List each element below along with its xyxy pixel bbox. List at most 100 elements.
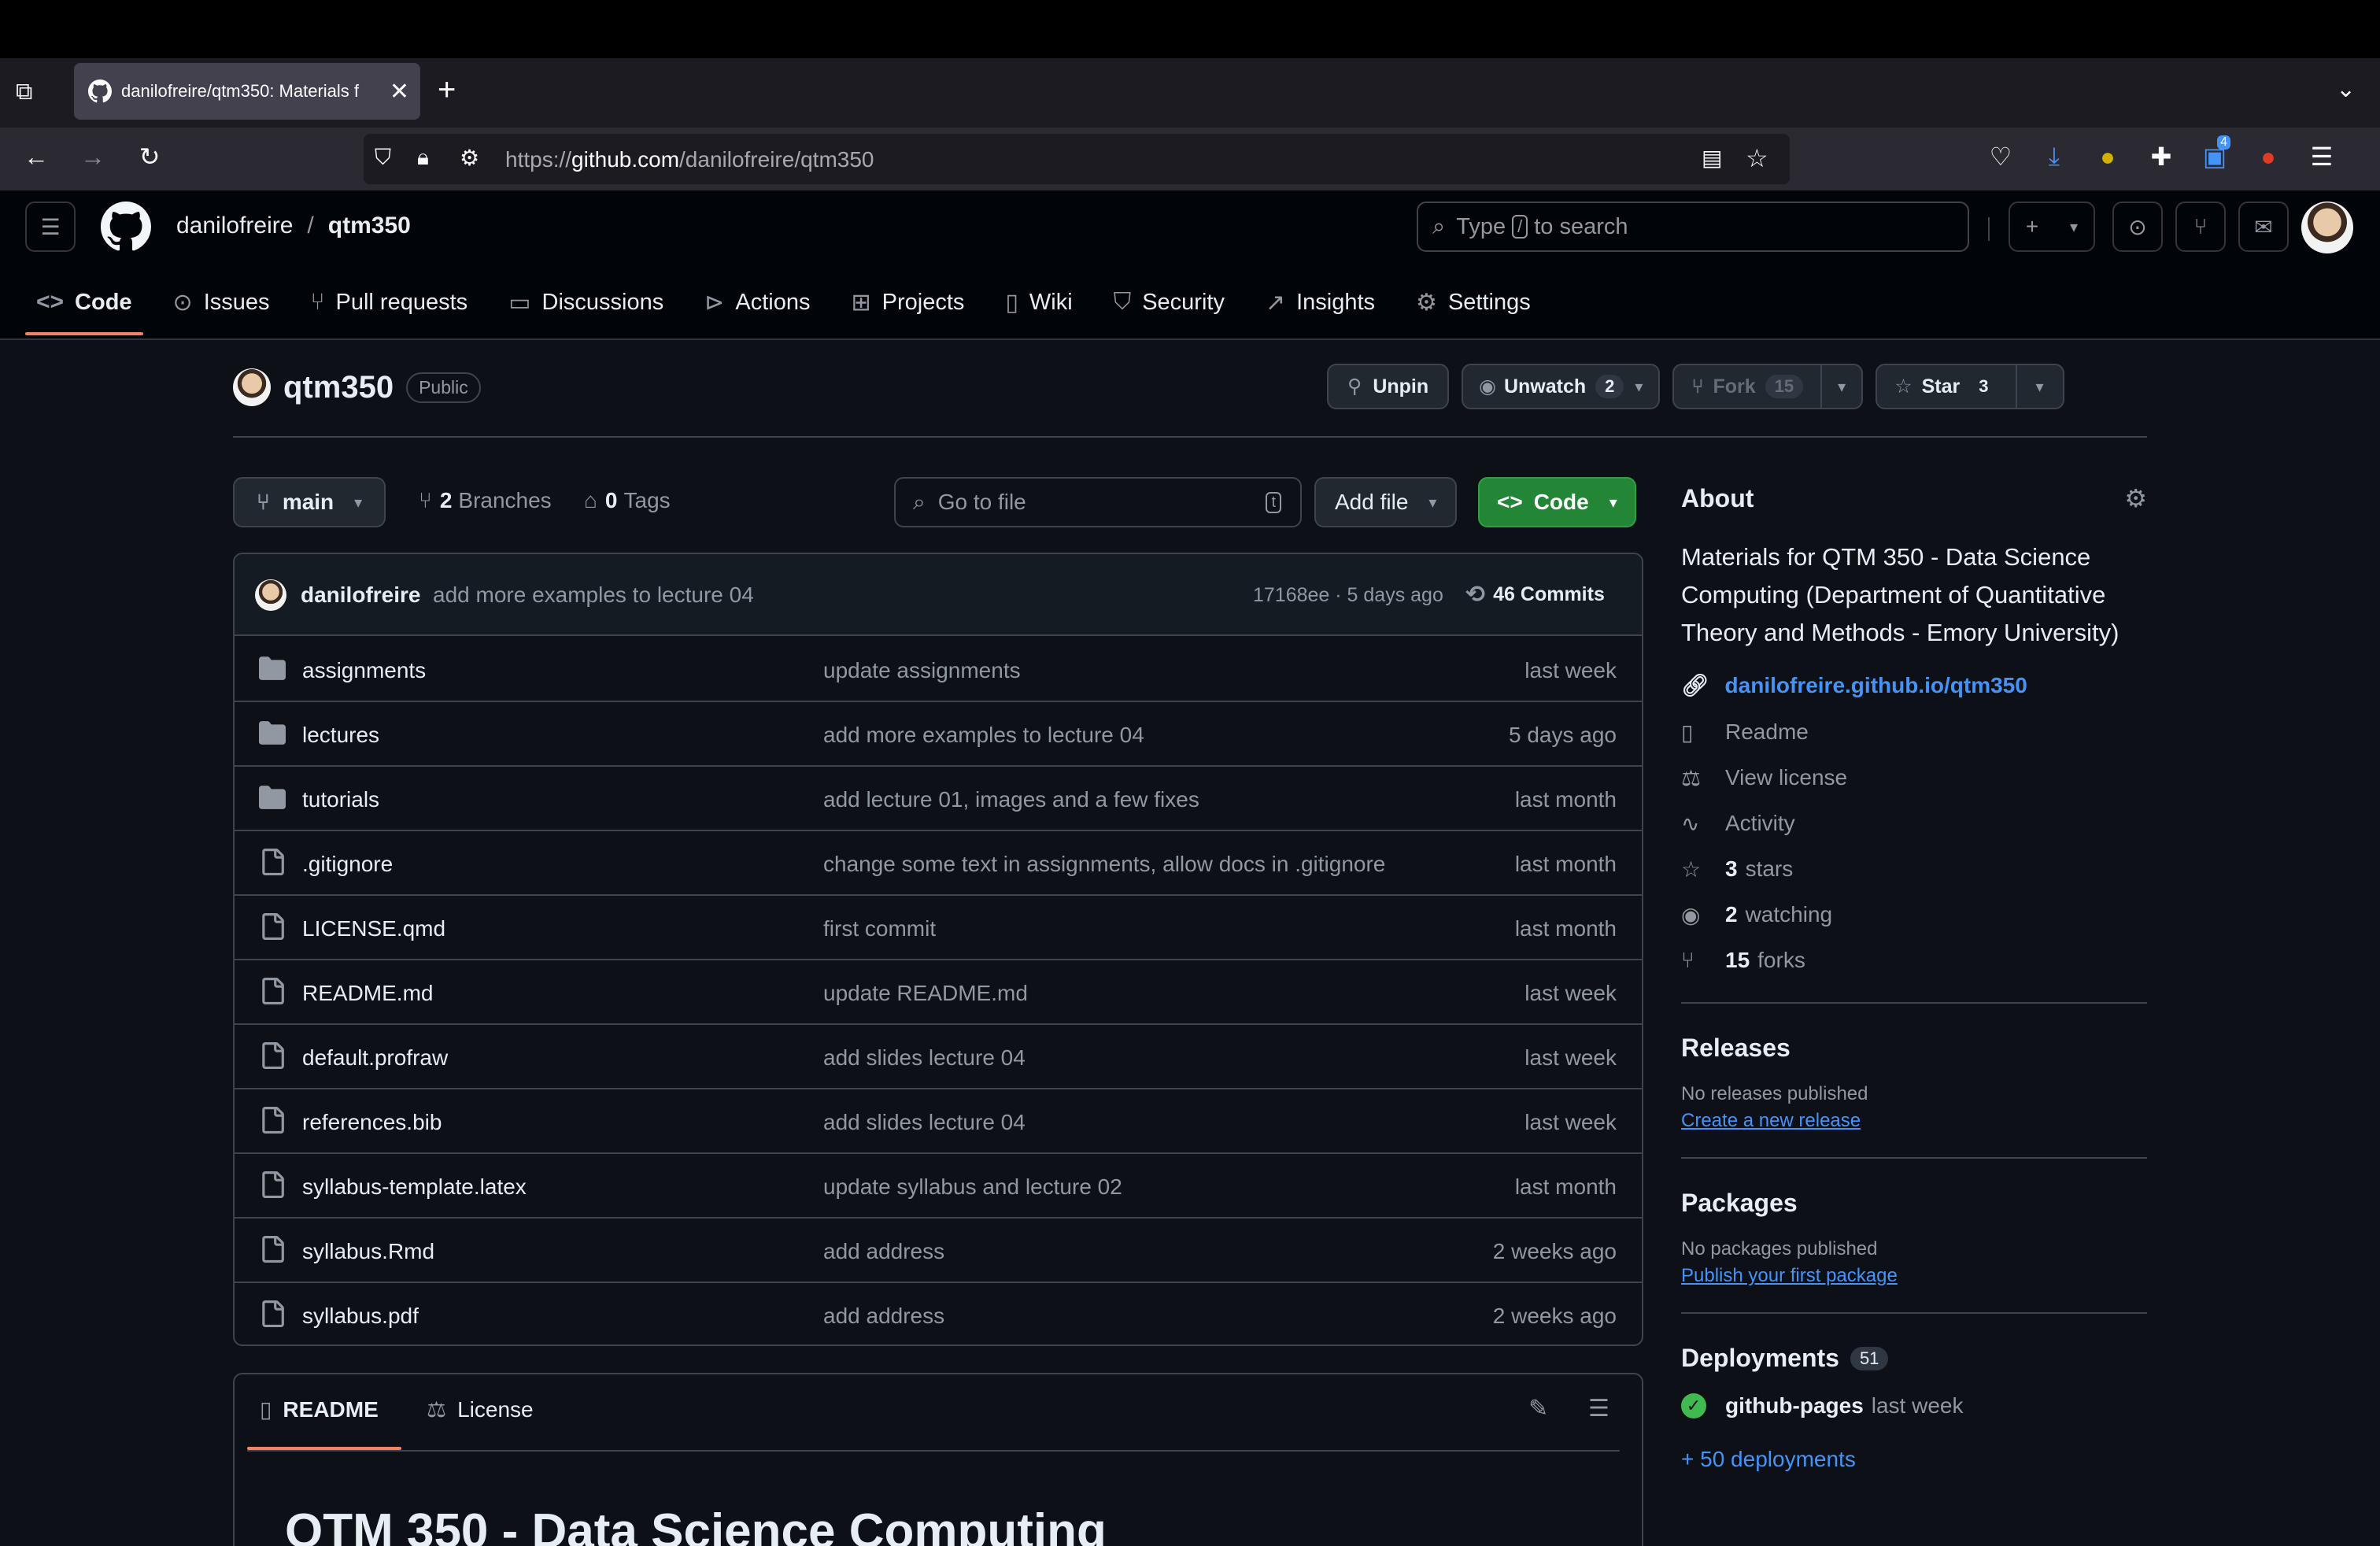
tab-projects[interactable]: ⊞ Projects: [852, 276, 965, 329]
tags-link[interactable]: ⌂ 0 Tags: [584, 488, 671, 513]
site-permissions-icon[interactable]: ⚙: [460, 145, 479, 171]
code-button[interactable]: <> Code ▾: [1478, 477, 1636, 527]
branch-selector[interactable]: ⑂ main ▾: [233, 477, 386, 527]
watching-link[interactable]: ◉ 2 watching: [1681, 892, 2147, 938]
repo-name[interactable]: qtm350: [283, 370, 394, 405]
outline-list-icon[interactable]: ☰: [1588, 1395, 1609, 1422]
readme-link[interactable]: ▯ Readme: [1681, 709, 2147, 755]
branches-link[interactable]: ⑂ 2 Branches: [419, 488, 552, 513]
back-icon[interactable]: ←: [19, 142, 54, 172]
downloads-icon[interactable]: ⤓: [2037, 142, 2071, 172]
app-menu-icon[interactable]: ☰: [2304, 142, 2339, 172]
file-name[interactable]: syllabus.pdf: [302, 1304, 419, 1329]
tab-code[interactable]: <> Code: [36, 276, 132, 329]
file-name[interactable]: tutorials: [302, 787, 379, 812]
gear-icon[interactable]: ⚙: [2124, 483, 2147, 513]
reload-icon[interactable]: ↻: [132, 142, 167, 172]
deployments-heading[interactable]: Deployments: [1681, 1344, 1839, 1373]
file-commit-message[interactable]: add slides lecture 04: [823, 1110, 1026, 1135]
hamburger-menu-icon[interactable]: ☰: [25, 202, 76, 252]
pocket-icon[interactable]: ♡: [1983, 142, 2018, 172]
file-commit-message[interactable]: add more examples to lecture 04: [823, 723, 1144, 748]
deployment-env[interactable]: github-pages: [1725, 1393, 1864, 1418]
file-row[interactable]: syllabus.pdf add address 2 weeks ago: [235, 1283, 1642, 1344]
activity-link[interactable]: ∿ Activity: [1681, 801, 2147, 846]
commit-message[interactable]: add more examples to lecture 04: [433, 583, 754, 608]
file-row[interactable]: references.bib add slides lecture 04 last …: [235, 1089, 1642, 1154]
tab-wiki[interactable]: ▯ Wiki: [1005, 276, 1072, 329]
tab-actions[interactable]: ⊳ Actions: [704, 276, 810, 329]
tab-discussions[interactable]: ▭ Discussions: [508, 276, 663, 329]
file-row[interactable]: syllabus.Rmd add address 2 weeks ago: [235, 1219, 1642, 1283]
user-avatar[interactable]: [2301, 202, 2353, 253]
packages-heading[interactable]: Packages: [1681, 1189, 2147, 1218]
fork-dropdown-caret-icon[interactable]: ▾: [1822, 377, 1861, 397]
star-dropdown-caret-icon[interactable]: ▾: [2017, 377, 2063, 397]
file-row[interactable]: LICENSE.qmd first commit last month: [235, 896, 1642, 960]
file-row[interactable]: assignments update assignments last week: [235, 638, 1642, 702]
file-row[interactable]: lectures add more examples to lecture 04 5…: [235, 702, 1642, 767]
list-all-tabs-icon[interactable]: ⌄: [2336, 76, 2356, 103]
file-name[interactable]: lectures: [302, 723, 379, 748]
url-bar[interactable]: ⛉ 🔒︎ ⚙ https://github.com/danilofreire/q…: [364, 134, 1790, 184]
file-row[interactable]: syllabus-template.latex update syllabus a…: [235, 1154, 1642, 1219]
file-row[interactable]: README.md update README.md last week: [235, 960, 1642, 1025]
file-row[interactable]: tutorials add lecture 01, images and a fe…: [235, 767, 1642, 831]
star-button[interactable]: ☆ Star 3: [1877, 365, 2017, 408]
license-link[interactable]: ⚖ View license: [1681, 755, 2147, 801]
file-name[interactable]: default.profraw: [302, 1045, 448, 1071]
browser-tab-active[interactable]: danilofreire/qtm350: Materials f ✕: [74, 63, 420, 120]
unpin-button[interactable]: ⚲ Unpin: [1327, 364, 1450, 409]
file-name[interactable]: .gitignore: [302, 852, 393, 877]
readme-tab[interactable]: ▯ README: [260, 1396, 379, 1422]
publish-package-link[interactable]: Publish your first package: [1681, 1265, 2147, 1287]
website-link[interactable]: 🔗︎ danilofreire.github.io/qtm350: [1681, 672, 2147, 698]
file-name[interactable]: LICENSE.qmd: [302, 916, 445, 941]
repo-link[interactable]: qtm350: [328, 213, 411, 239]
pull-requests-icon[interactable]: ⑂: [2175, 202, 2226, 252]
create-new-button[interactable]: + ▾: [2009, 202, 2095, 252]
tomato-extension-icon[interactable]: ●: [2251, 142, 2286, 172]
new-tab-icon[interactable]: +: [438, 72, 456, 108]
reader-view-icon[interactable]: ▤: [1702, 145, 1722, 171]
file-commit-message[interactable]: add lecture 01, images and a few fixes: [823, 787, 1199, 812]
commit-author[interactable]: danilofreire: [301, 583, 420, 608]
bookmark-star-icon[interactable]: ☆: [1746, 143, 1768, 173]
file-name[interactable]: syllabus-template.latex: [302, 1174, 527, 1200]
extension-shield-icon[interactable]: ●: [2090, 142, 2125, 172]
file-commit-message[interactable]: change some text in assignments, allow d…: [823, 852, 1385, 877]
license-tab[interactable]: ⚖ License: [427, 1396, 534, 1422]
tab-issues[interactable]: ⊙ Issues: [173, 276, 270, 329]
file-row[interactable]: .gitignore change some text in assignment…: [235, 831, 1642, 896]
file-commit-message[interactable]: update assignments: [823, 658, 1021, 683]
tab-insights[interactable]: ↗ Insights: [1266, 276, 1375, 329]
tab-settings[interactable]: ⚙ Settings: [1416, 276, 1531, 329]
forks-link[interactable]: ⑂ 15 forks: [1681, 938, 2147, 983]
file-commit-message[interactable]: first commit: [823, 916, 936, 941]
github-logo-icon[interactable]: [101, 202, 151, 252]
forward-icon[interactable]: →: [76, 142, 110, 172]
commit-sha-time[interactable]: 17168ee · 5 days ago: [1253, 584, 1443, 607]
bitwarden-extension-icon[interactable]: ▣ 4: [2197, 135, 2232, 172]
file-row[interactable]: default.profraw add slides lecture 04 last…: [235, 1025, 1642, 1089]
search-input[interactable]: ⌕ Type / to search: [1417, 202, 1969, 252]
url-text[interactable]: https://github.com/danilofreire/qtm350: [505, 147, 874, 172]
inbox-icon[interactable]: ✉: [2238, 202, 2289, 252]
tab-security[interactable]: ⛉ Security: [1114, 276, 1225, 329]
fork-button[interactable]: ⑂ Fork 15: [1674, 365, 1823, 408]
tracking-protection-icon[interactable]: ⛉: [375, 145, 391, 171]
file-commit-message[interactable]: update syllabus and lecture 02: [823, 1174, 1122, 1200]
tab-overview-icon[interactable]: ⧉: [16, 79, 32, 105]
file-name[interactable]: README.md: [302, 981, 433, 1006]
unwatch-button[interactable]: ◉ Unwatch 2 ▾: [1462, 364, 1661, 409]
go-to-file-input[interactable]: ⌕ Go to file t: [894, 477, 1302, 527]
edit-pencil-icon[interactable]: ✎: [1528, 1395, 1548, 1422]
file-commit-message[interactable]: add address: [823, 1239, 944, 1264]
owner-link[interactable]: danilofreire: [176, 213, 293, 239]
more-deployments-link[interactable]: + 50 deployments: [1681, 1447, 2147, 1472]
commit-author-avatar[interactable]: [255, 579, 286, 611]
file-name[interactable]: references.bib: [302, 1110, 442, 1135]
create-release-link[interactable]: Create a new release: [1681, 1110, 2147, 1132]
file-commit-message[interactable]: add address: [823, 1304, 944, 1329]
tab-pull-requests[interactable]: ⑂ Pull requests: [311, 276, 468, 329]
